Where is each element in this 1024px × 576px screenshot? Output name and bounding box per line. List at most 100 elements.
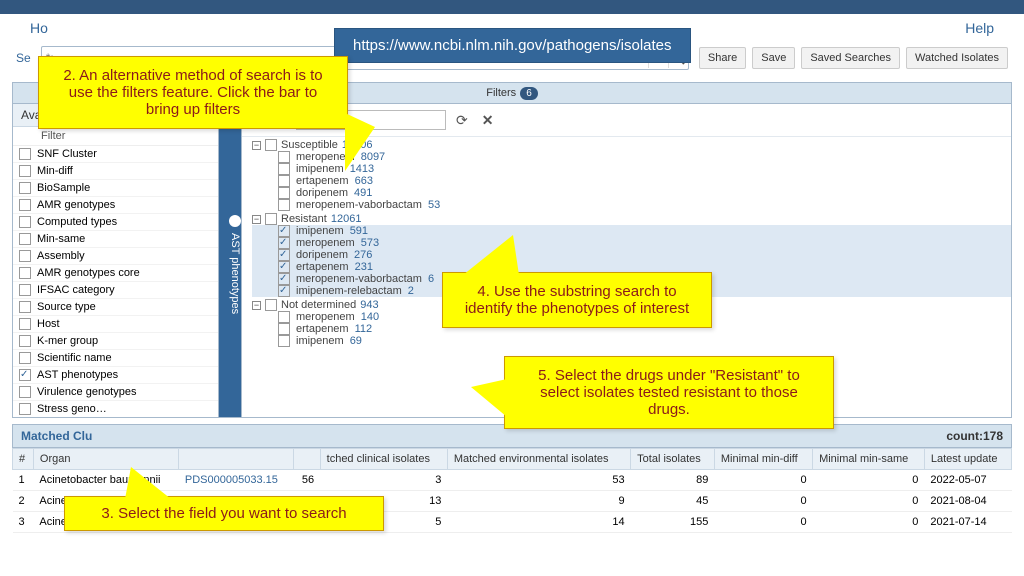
checkbox-icon[interactable] [19,233,31,245]
filter-option[interactable]: SNF Cluster [13,146,218,163]
filter-option[interactable]: IFSAC category [13,282,218,299]
checkbox-icon[interactable] [19,148,31,160]
collapse-icon[interactable]: − [252,141,261,150]
checkbox-icon[interactable] [278,175,290,187]
checkbox-icon[interactable] [278,285,290,297]
filter-option-label: Min-diff [37,165,73,177]
checkbox-icon[interactable] [278,261,290,273]
checkbox-icon[interactable] [19,267,31,279]
leaf-label: ertapenem [296,261,349,273]
checkbox-icon[interactable] [278,335,290,347]
checkbox-icon[interactable] [265,299,277,311]
tree-leaf[interactable]: doripenem 276 [252,249,1011,261]
checkbox-icon[interactable] [19,352,31,364]
checkbox-icon[interactable] [19,301,31,313]
top-bar [0,0,1024,14]
available-filters-list: SNF Cluster Min-diff BioSample AMR genotype… [13,146,218,417]
column-header[interactable] [179,449,294,470]
tree-leaf[interactable]: doripenem 491 [252,187,1011,199]
filter-option[interactable]: Assembly [13,248,218,265]
checkbox-icon[interactable] [19,335,31,347]
filter-option[interactable]: Host [13,316,218,333]
checkbox-icon[interactable] [265,213,277,225]
column-header[interactable] [294,449,321,470]
saved-searches-button[interactable]: Saved Searches [801,47,900,69]
tab-indicator-icon [229,215,241,227]
checkbox-icon[interactable] [19,318,31,330]
tree-leaf[interactable]: meropenem 573 [252,237,1011,249]
available-filters-subhead: Filter [13,127,218,146]
filter-option[interactable]: Stress geno… [13,401,218,417]
checkbox-icon[interactable] [265,139,277,151]
vertical-tab-ast[interactable]: AST phenotypes [219,104,241,417]
checkbox-icon[interactable] [278,225,290,237]
leaf-label: meropenem-vaborbactam [296,199,422,211]
checkbox-icon[interactable] [19,182,31,194]
filter-option-label: AMR genotypes core [37,267,140,279]
tree-leaf[interactable]: ertapenem 663 [252,175,1011,187]
checkbox-icon[interactable] [278,199,290,211]
refresh-icon[interactable]: ⟳ [452,112,472,129]
results-count: count:178 [946,429,1003,443]
filter-option[interactable]: Computed types [13,214,218,231]
checkbox-icon[interactable] [19,216,31,228]
column-header[interactable]: tched clinical isolates [320,449,447,470]
checkbox-icon[interactable] [278,323,290,335]
url-chip: https://www.ncbi.nlm.nih.gov/pathogens/i… [334,28,691,63]
checkbox-icon[interactable] [19,165,31,177]
callout-step-4: 4. Use the substring search to identify … [442,272,712,328]
collapse-icon[interactable]: − [252,301,261,310]
tree-leaf[interactable]: meropenem-vaborbactam 53 [252,199,1011,211]
filter-option[interactable]: AMR genotypes core [13,265,218,282]
filter-option[interactable]: Min-diff [13,163,218,180]
filter-option[interactable]: AMR genotypes [13,197,218,214]
leaf-count: 231 [355,261,373,273]
checkbox-icon[interactable] [278,237,290,249]
pds-link[interactable]: PDS000005033.15 [185,474,278,486]
home-link[interactable]: Ho [30,20,48,36]
group-label: Susceptible [281,139,338,151]
help-link[interactable]: Help [965,20,994,36]
tree-group-header[interactable]: − Resistant 12061 [252,213,1011,225]
checkbox-icon[interactable] [19,369,31,381]
checkbox-icon[interactable] [19,250,31,262]
filter-option-label: Virulence genotypes [37,386,136,398]
checkbox-icon[interactable] [278,187,290,199]
checkbox-icon[interactable] [278,311,290,323]
watched-isolates-button[interactable]: Watched Isolates [906,47,1008,69]
checkbox-icon[interactable] [278,249,290,261]
column-header[interactable]: Latest update [924,449,1011,470]
checkbox-icon[interactable] [278,163,290,175]
leaf-label: ertapenem [296,323,349,335]
checkbox-icon[interactable] [19,284,31,296]
checkbox-icon[interactable] [19,386,31,398]
checkbox-icon[interactable] [19,199,31,211]
leaf-label: meropenem [296,311,355,323]
column-header[interactable]: Total isolates [631,449,715,470]
filters-label: Filters [486,87,516,99]
action-buttons: Share Save Saved Searches Watched Isolat… [699,47,1008,69]
close-icon[interactable]: ✕ [478,112,498,129]
tree-leaf[interactable]: imipenem 591 [252,225,1011,237]
filter-option-label: BioSample [37,182,90,194]
filter-option[interactable]: K-mer group [13,333,218,350]
filter-option[interactable]: Scientific name [13,350,218,367]
filter-option[interactable]: Source type [13,299,218,316]
save-button[interactable]: Save [752,47,795,69]
column-header[interactable]: Minimal min-diff [714,449,812,470]
filter-option[interactable]: AST phenotypes [13,367,218,384]
checkbox-icon[interactable] [278,151,290,163]
filter-option[interactable]: Min-same [13,231,218,248]
column-header[interactable]: Minimal min-same [813,449,925,470]
checkbox-icon[interactable] [278,273,290,285]
tree-leaf[interactable]: imipenem 69 [252,335,1011,347]
leaf-count: 2 [408,285,414,297]
checkbox-icon[interactable] [19,403,31,415]
column-header[interactable]: Matched environmental isolates [447,449,630,470]
filter-option[interactable]: BioSample [13,180,218,197]
leaf-label: meropenem-vaborbactam [296,273,422,285]
share-button[interactable]: Share [699,47,746,69]
filter-option[interactable]: Virulence genotypes [13,384,218,401]
column-header[interactable]: # [13,449,34,470]
collapse-icon[interactable]: − [252,215,261,224]
